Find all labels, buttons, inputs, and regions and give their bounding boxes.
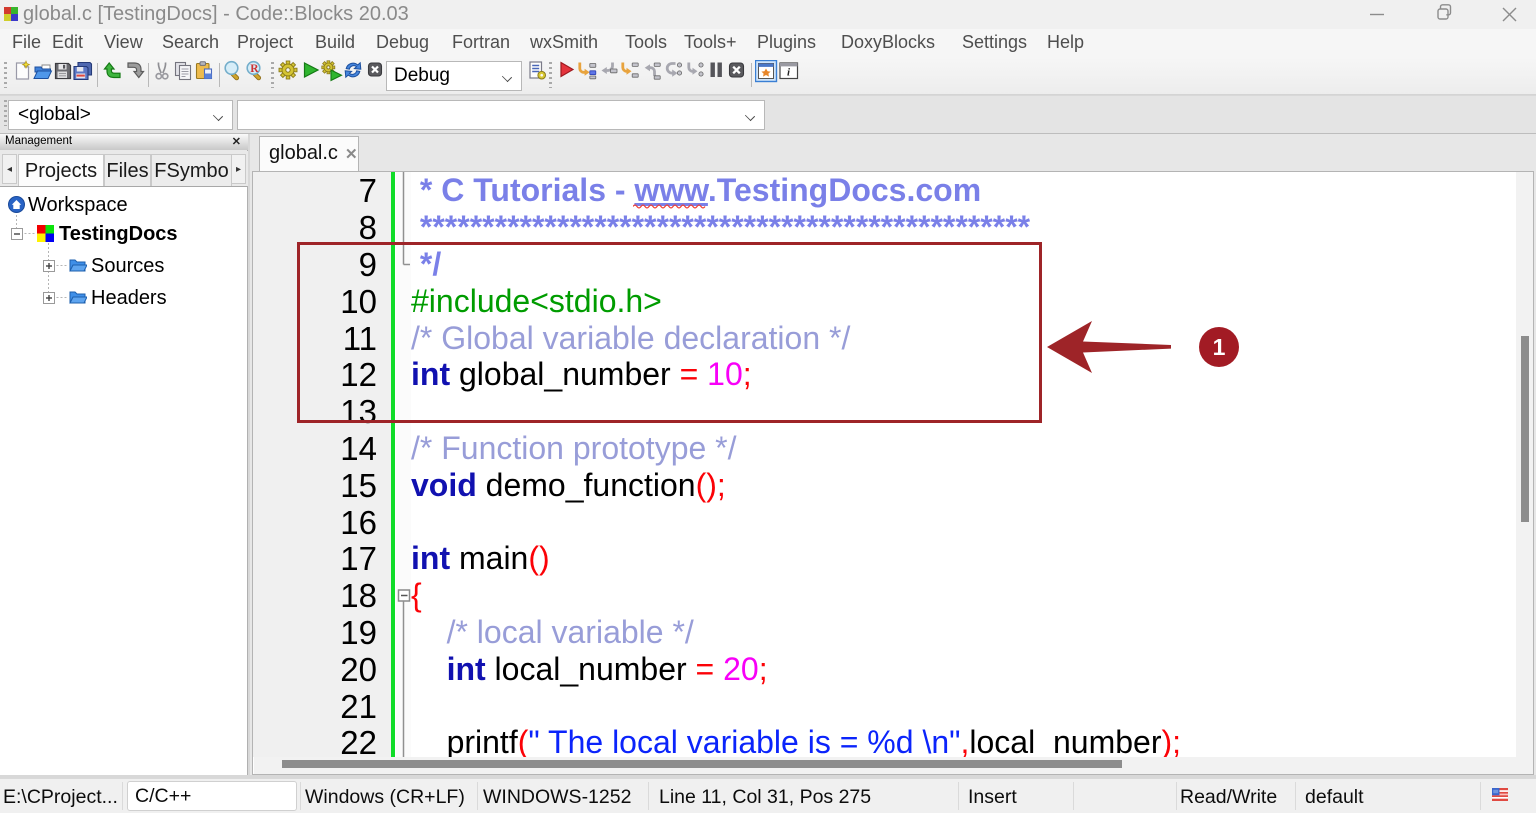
svg-text:R: R — [250, 63, 259, 75]
